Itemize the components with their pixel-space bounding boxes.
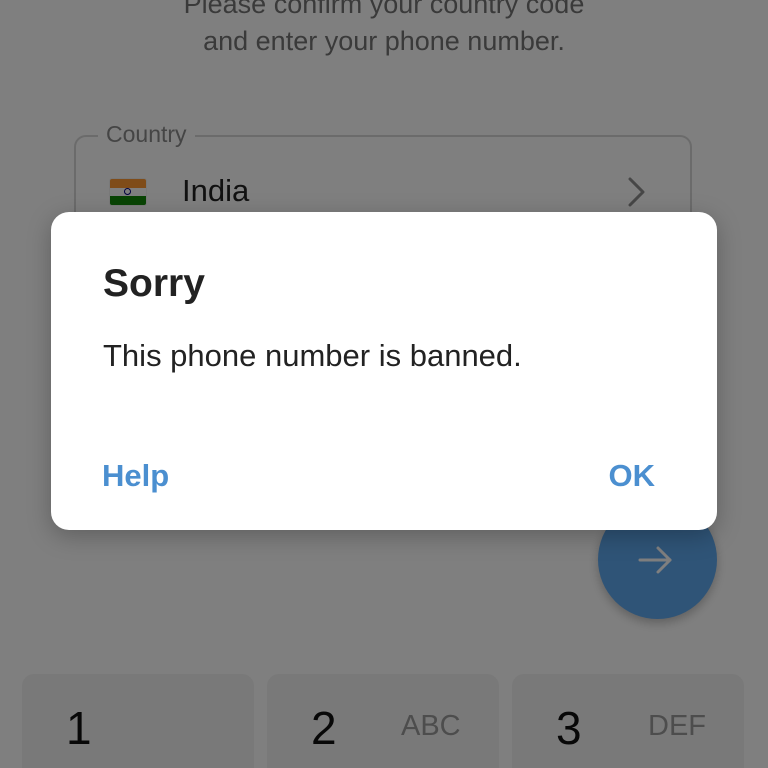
- dialog-title: Sorry: [103, 262, 205, 305]
- banned-number-dialog: Sorry This phone number is banned. Help …: [51, 212, 717, 530]
- phone-login-screen: Please confirm your country code and ent…: [0, 0, 768, 768]
- help-button[interactable]: Help: [102, 458, 169, 494]
- dialog-message: This phone number is banned.: [103, 338, 522, 373]
- ok-button[interactable]: OK: [609, 458, 656, 494]
